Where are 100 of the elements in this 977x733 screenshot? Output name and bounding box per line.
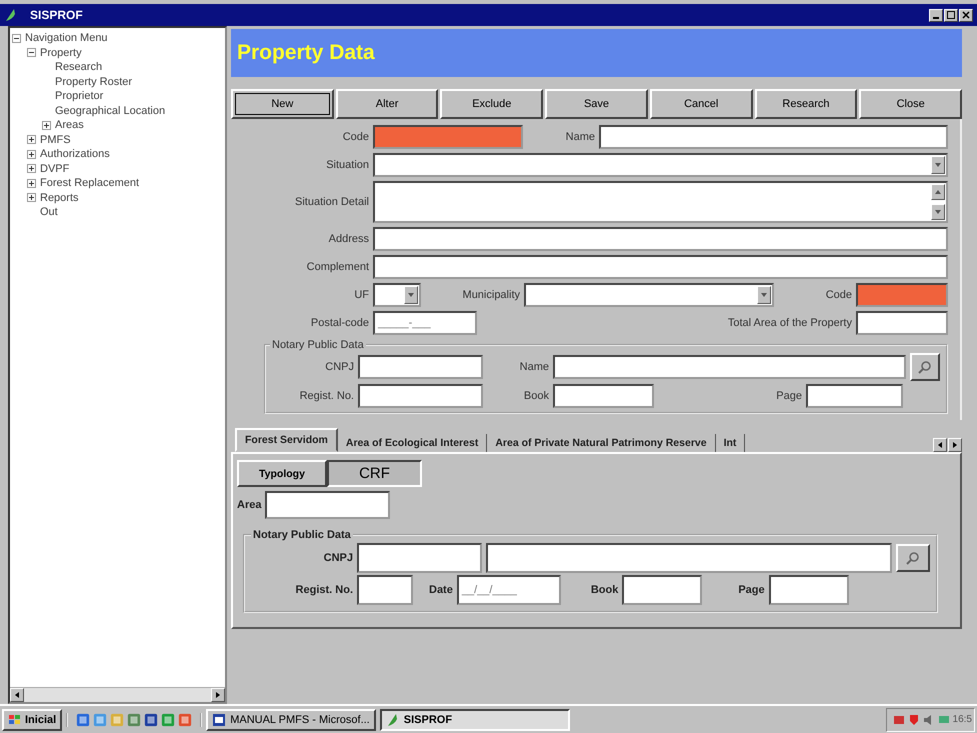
taskbar-button[interactable]: SISPROF: [380, 708, 570, 730]
tree-item[interactable]: Forest Replacement: [40, 177, 140, 190]
expand-icon[interactable]: [27, 164, 36, 174]
input-field[interactable]: [357, 543, 482, 573]
field-label: Situation Detail: [294, 196, 369, 208]
field-label: Name: [564, 131, 595, 143]
tree-item[interactable]: Property Roster: [55, 76, 132, 88]
input-field[interactable]: [373, 255, 948, 279]
toolbar-button[interactable]: Close: [859, 89, 962, 119]
tree-item[interactable]: Geographical Location: [55, 104, 166, 117]
tree-item[interactable]: Reports: [40, 192, 79, 204]
collapse-icon[interactable]: [27, 48, 36, 58]
group-title: Notary Public Data: [252, 529, 352, 541]
tree-item[interactable]: PMFS: [40, 134, 71, 146]
input-field[interactable]: __/__/____: [456, 575, 561, 605]
scroll-left-button[interactable]: [933, 438, 947, 452]
text-area[interactable]: [373, 181, 948, 223]
expand-icon[interactable]: [42, 120, 51, 130]
down-arrow-icon: [935, 210, 941, 214]
search-icon: [918, 360, 932, 374]
field-label: Complement: [306, 261, 369, 273]
group-title: Notary Public Data: [271, 339, 365, 351]
leaf-icon: [386, 712, 400, 726]
shield-icon: [908, 714, 920, 726]
tree-item[interactable]: Proprietor: [55, 90, 104, 102]
field-label: Code: [342, 131, 369, 143]
toolbar-button[interactable]: Alter: [336, 89, 438, 119]
dropdown-field[interactable]: [373, 153, 948, 177]
dropdown-arrow-icon: [408, 293, 414, 297]
field-label: UF: [353, 289, 369, 301]
tab[interactable]: Forest Servidom: [235, 428, 338, 452]
input-field[interactable]: [358, 384, 483, 408]
field-label: Situation: [325, 159, 369, 171]
toolbar-button[interactable]: Research: [754, 89, 858, 119]
input-field[interactable]: [553, 355, 906, 379]
field-label: Postal-code: [310, 317, 369, 329]
field-label: CNPJ: [322, 552, 353, 564]
right-arrow-icon: [952, 442, 958, 448]
tree-item[interactable]: Authorizations: [40, 148, 110, 160]
tree-item[interactable]: Out: [40, 206, 58, 218]
dropdown-field[interactable]: [524, 283, 774, 307]
input-field[interactable]: [856, 311, 948, 335]
page-title: Property Data: [237, 41, 375, 65]
taskbar-button[interactable]: MANUAL PMFS - Microsof...: [206, 708, 376, 730]
input-field[interactable]: [373, 125, 523, 149]
application-icon[interactable]: [76, 712, 90, 726]
minimize-button[interactable]: [929, 8, 943, 22]
tab[interactable]: CRF: [327, 460, 422, 487]
field-label: Book: [522, 390, 549, 402]
toolbar-button[interactable]: Save: [545, 89, 648, 119]
input-field[interactable]: [768, 575, 849, 605]
input-field[interactable]: [265, 491, 390, 519]
tree-item[interactable]: Areas: [55, 119, 84, 132]
input-field[interactable]: [806, 384, 903, 408]
scrollbar[interactable]: [10, 687, 225, 702]
close-icon: [962, 11, 970, 19]
window-title: SISPROF: [30, 8, 84, 22]
clock: 16:5: [952, 714, 972, 725]
collapse-icon[interactable]: [12, 34, 21, 43]
tree-item[interactable]: Navigation Menu: [25, 32, 108, 44]
tab[interactable]: Area of Private Natural Patrimony Reserve: [487, 434, 716, 452]
search-icon: [906, 551, 920, 565]
tree-item[interactable]: Property: [40, 46, 82, 59]
tree-item[interactable]: DVPF: [40, 162, 70, 175]
input-field[interactable]: [599, 125, 948, 149]
expand-icon[interactable]: [27, 150, 36, 159]
field-label: Regist. No.: [298, 390, 354, 402]
application-icon[interactable]: [144, 712, 158, 726]
tree-item[interactable]: Research: [55, 61, 102, 74]
field-label: Address: [328, 233, 369, 245]
flag-icon: [8, 714, 22, 726]
field-label: Area: [237, 499, 262, 511]
toolbar-button[interactable]: New: [231, 89, 334, 119]
maximize-button[interactable]: [944, 8, 958, 22]
close-button[interactable]: [959, 8, 973, 22]
search-button[interactable]: [910, 353, 940, 381]
expand-icon[interactable]: [27, 178, 36, 188]
tab[interactable]: Area of Ecological Interest: [338, 434, 488, 452]
input-field[interactable]: [357, 575, 413, 605]
field-label: Book: [590, 584, 618, 596]
input-field[interactable]: [553, 384, 654, 408]
dropdown-field[interactable]: [373, 283, 421, 307]
field-label: Municipality: [462, 289, 520, 301]
search-button[interactable]: [896, 544, 930, 572]
expand-icon[interactable]: [27, 135, 36, 144]
input-field[interactable]: _____-___: [373, 311, 477, 335]
input-field[interactable]: [622, 575, 702, 605]
start-button[interactable]: Inicial: [2, 708, 62, 730]
input-field[interactable]: [373, 227, 948, 251]
input-field[interactable]: [856, 283, 948, 307]
tab[interactable]: Typology: [237, 460, 327, 487]
field-label: Date: [429, 584, 453, 596]
expand-icon[interactable]: [27, 193, 36, 202]
input-field[interactable]: [358, 355, 483, 379]
toolbar-button[interactable]: Exclude: [440, 89, 544, 119]
scroll-right-button[interactable]: [948, 438, 962, 452]
toolbar-button[interactable]: Cancel: [650, 89, 753, 119]
input-field[interactable]: [486, 543, 892, 573]
tab[interactable]: Int: [716, 434, 746, 452]
dropdown-arrow-icon: [935, 163, 941, 167]
